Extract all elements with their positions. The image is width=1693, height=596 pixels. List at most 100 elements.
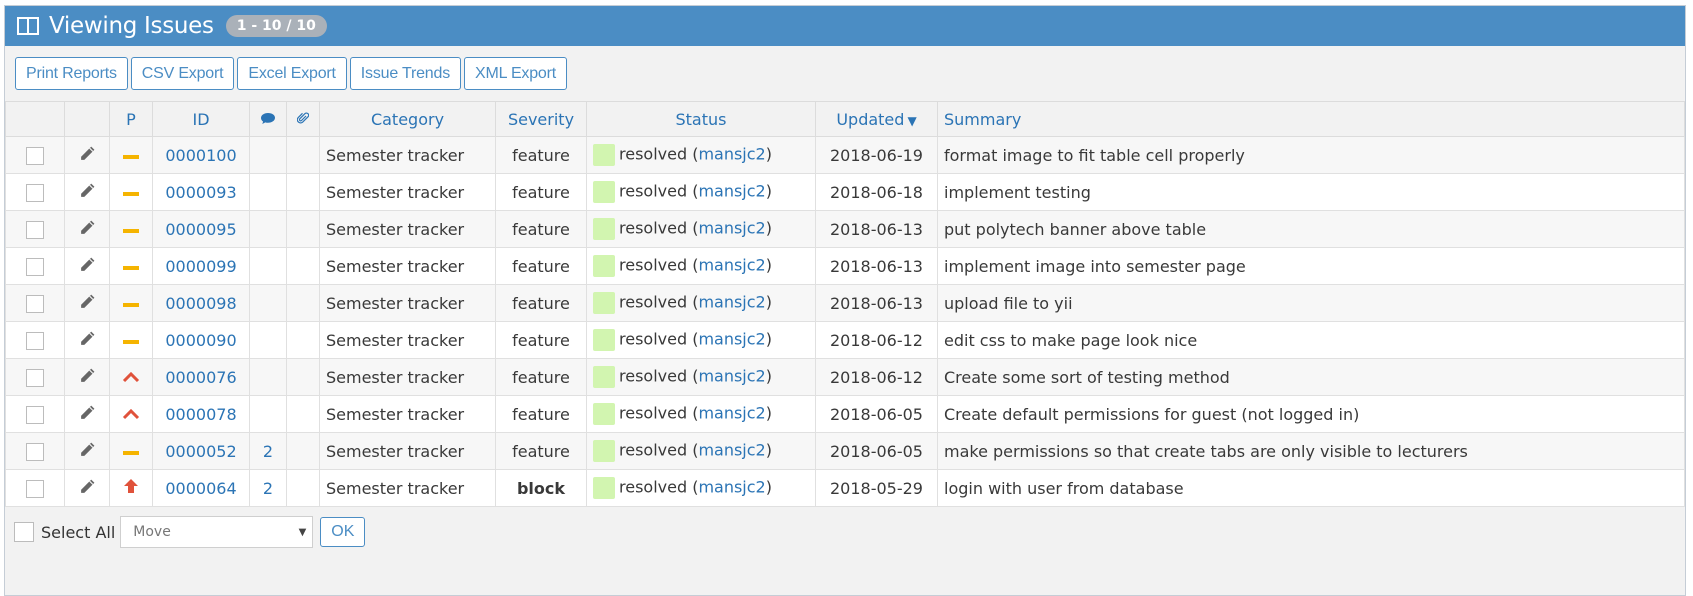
updated-cell: 2018-06-12 bbox=[815, 321, 938, 359]
select-all-label[interactable]: Select All bbox=[41, 523, 115, 542]
pencil-icon bbox=[80, 146, 94, 160]
priority-cell bbox=[109, 247, 153, 285]
issue-id-link[interactable]: 0000078 bbox=[165, 405, 236, 424]
priority-cell bbox=[109, 432, 153, 470]
priority-cell bbox=[109, 321, 153, 359]
status-text: resolved bbox=[619, 403, 688, 423]
row-checkbox[interactable] bbox=[26, 220, 44, 239]
row-checkbox[interactable] bbox=[26, 294, 44, 313]
category-column-header[interactable]: Category bbox=[319, 101, 496, 137]
edit-cell[interactable] bbox=[64, 321, 110, 359]
row-select-cell bbox=[5, 321, 65, 359]
row-checkbox[interactable] bbox=[26, 183, 44, 202]
id-cell: 0000095 bbox=[152, 210, 250, 248]
severity-cell: feature bbox=[495, 136, 587, 174]
xml-export-button[interactable]: XML Export bbox=[464, 57, 567, 90]
severity-cell: feature bbox=[495, 173, 587, 211]
notes-count-link[interactable]: 2 bbox=[263, 442, 273, 461]
issue-id-link[interactable]: 0000100 bbox=[165, 146, 236, 165]
edit-cell[interactable] bbox=[64, 284, 110, 322]
status-cell: resolved (mansjc2) bbox=[586, 395, 816, 433]
row-checkbox[interactable] bbox=[26, 442, 44, 461]
edit-cell[interactable] bbox=[64, 395, 110, 433]
updated-cell: 2018-06-05 bbox=[815, 432, 938, 470]
edit-cell[interactable] bbox=[64, 173, 110, 211]
status-color-swatch bbox=[593, 218, 615, 240]
paperclip-icon bbox=[296, 112, 310, 123]
issue-trends-button[interactable]: Issue Trends bbox=[349, 57, 461, 90]
row-select-cell bbox=[5, 284, 65, 322]
category-cell: Semester tracker bbox=[319, 284, 496, 322]
issue-id-link[interactable]: 0000090 bbox=[165, 331, 236, 350]
updated-cell: 2018-06-13 bbox=[815, 284, 938, 322]
pencil-icon bbox=[80, 368, 94, 382]
row-checkbox[interactable] bbox=[26, 146, 44, 165]
row-checkbox[interactable] bbox=[26, 331, 44, 350]
notes-column-header[interactable] bbox=[249, 101, 287, 137]
status-text: resolved bbox=[619, 181, 688, 201]
excel-export-button[interactable]: Excel Export bbox=[237, 57, 347, 90]
handler-link[interactable]: mansjc2 bbox=[698, 219, 765, 238]
id-cell: 0000064 bbox=[152, 469, 250, 507]
select-all-checkbox[interactable] bbox=[14, 522, 34, 542]
handler-link[interactable]: mansjc2 bbox=[698, 478, 765, 497]
csv-export-button[interactable]: CSV Export bbox=[130, 57, 235, 90]
notes-count-link[interactable]: 2 bbox=[263, 479, 273, 498]
pencil-icon bbox=[80, 294, 94, 308]
attachments-cell bbox=[286, 247, 320, 285]
summary-column-header[interactable]: Summary bbox=[937, 101, 1685, 137]
issue-id-link[interactable]: 0000076 bbox=[165, 368, 236, 387]
status-color-swatch bbox=[593, 255, 615, 277]
page-title: Viewing Issues bbox=[49, 13, 214, 39]
attachments-cell bbox=[286, 395, 320, 433]
issue-id-link[interactable]: 0000052 bbox=[165, 442, 236, 461]
edit-cell[interactable] bbox=[64, 432, 110, 470]
row-checkbox[interactable] bbox=[26, 479, 44, 498]
issue-id-link[interactable]: 0000064 bbox=[165, 479, 236, 498]
handler-link[interactable]: mansjc2 bbox=[698, 404, 765, 423]
handler-link[interactable]: mansjc2 bbox=[698, 182, 765, 201]
edit-cell[interactable] bbox=[64, 358, 110, 396]
table-row: 0000052 2 Semester tracker feature resolved … bbox=[5, 432, 1685, 470]
status-column-header[interactable]: Status bbox=[586, 101, 816, 137]
issue-id-link[interactable]: 0000093 bbox=[165, 183, 236, 202]
priority-column-header[interactable]: P bbox=[109, 101, 153, 137]
attachments-column-header[interactable] bbox=[286, 101, 320, 137]
severity-column-header[interactable]: Severity bbox=[495, 101, 587, 137]
id-cell: 0000052 bbox=[152, 432, 250, 470]
bulk-action-select[interactable]: Move ▼ bbox=[120, 516, 314, 548]
severity-cell: block bbox=[495, 469, 587, 507]
row-checkbox[interactable] bbox=[26, 368, 44, 387]
sort-desc-icon: ▼ bbox=[907, 113, 917, 128]
edit-cell[interactable] bbox=[64, 247, 110, 285]
row-select-cell bbox=[5, 136, 65, 174]
updated-cell: 2018-06-05 bbox=[815, 395, 938, 433]
edit-cell[interactable] bbox=[64, 136, 110, 174]
handler-link[interactable]: mansjc2 bbox=[698, 145, 765, 164]
handler-link[interactable]: mansjc2 bbox=[698, 367, 765, 386]
print-reports-button[interactable]: Print Reports bbox=[15, 57, 128, 90]
row-checkbox[interactable] bbox=[26, 257, 44, 276]
table-row: 0000064 2 Semester tracker block resolved (m… bbox=[5, 469, 1685, 507]
id-column-header[interactable]: ID bbox=[152, 101, 250, 137]
row-select-cell bbox=[5, 247, 65, 285]
handler-link[interactable]: mansjc2 bbox=[698, 256, 765, 275]
issue-id-link[interactable]: 0000098 bbox=[165, 294, 236, 313]
priority-urgent-icon bbox=[124, 479, 138, 493]
category-cell: Semester tracker bbox=[319, 173, 496, 211]
table-row: 0000093 Semester tracker feature resolved (… bbox=[5, 173, 1685, 211]
ok-button[interactable]: OK bbox=[320, 517, 366, 547]
edit-cell[interactable] bbox=[64, 210, 110, 248]
handler-link[interactable]: mansjc2 bbox=[698, 441, 765, 460]
row-checkbox[interactable] bbox=[26, 405, 44, 424]
priority-cell bbox=[109, 395, 153, 433]
attachments-cell bbox=[286, 284, 320, 322]
table-row: 0000076 Semester tracker feature resolved (… bbox=[5, 358, 1685, 396]
handler-link[interactable]: mansjc2 bbox=[698, 293, 765, 312]
edit-cell[interactable] bbox=[64, 469, 110, 507]
issue-id-link[interactable]: 0000095 bbox=[165, 220, 236, 239]
table-header-row: P ID Category Severity Status Updated ▼ S… bbox=[5, 101, 1685, 137]
issue-id-link[interactable]: 0000099 bbox=[165, 257, 236, 276]
handler-link[interactable]: mansjc2 bbox=[698, 330, 765, 349]
updated-column-header[interactable]: Updated ▼ bbox=[815, 101, 938, 137]
